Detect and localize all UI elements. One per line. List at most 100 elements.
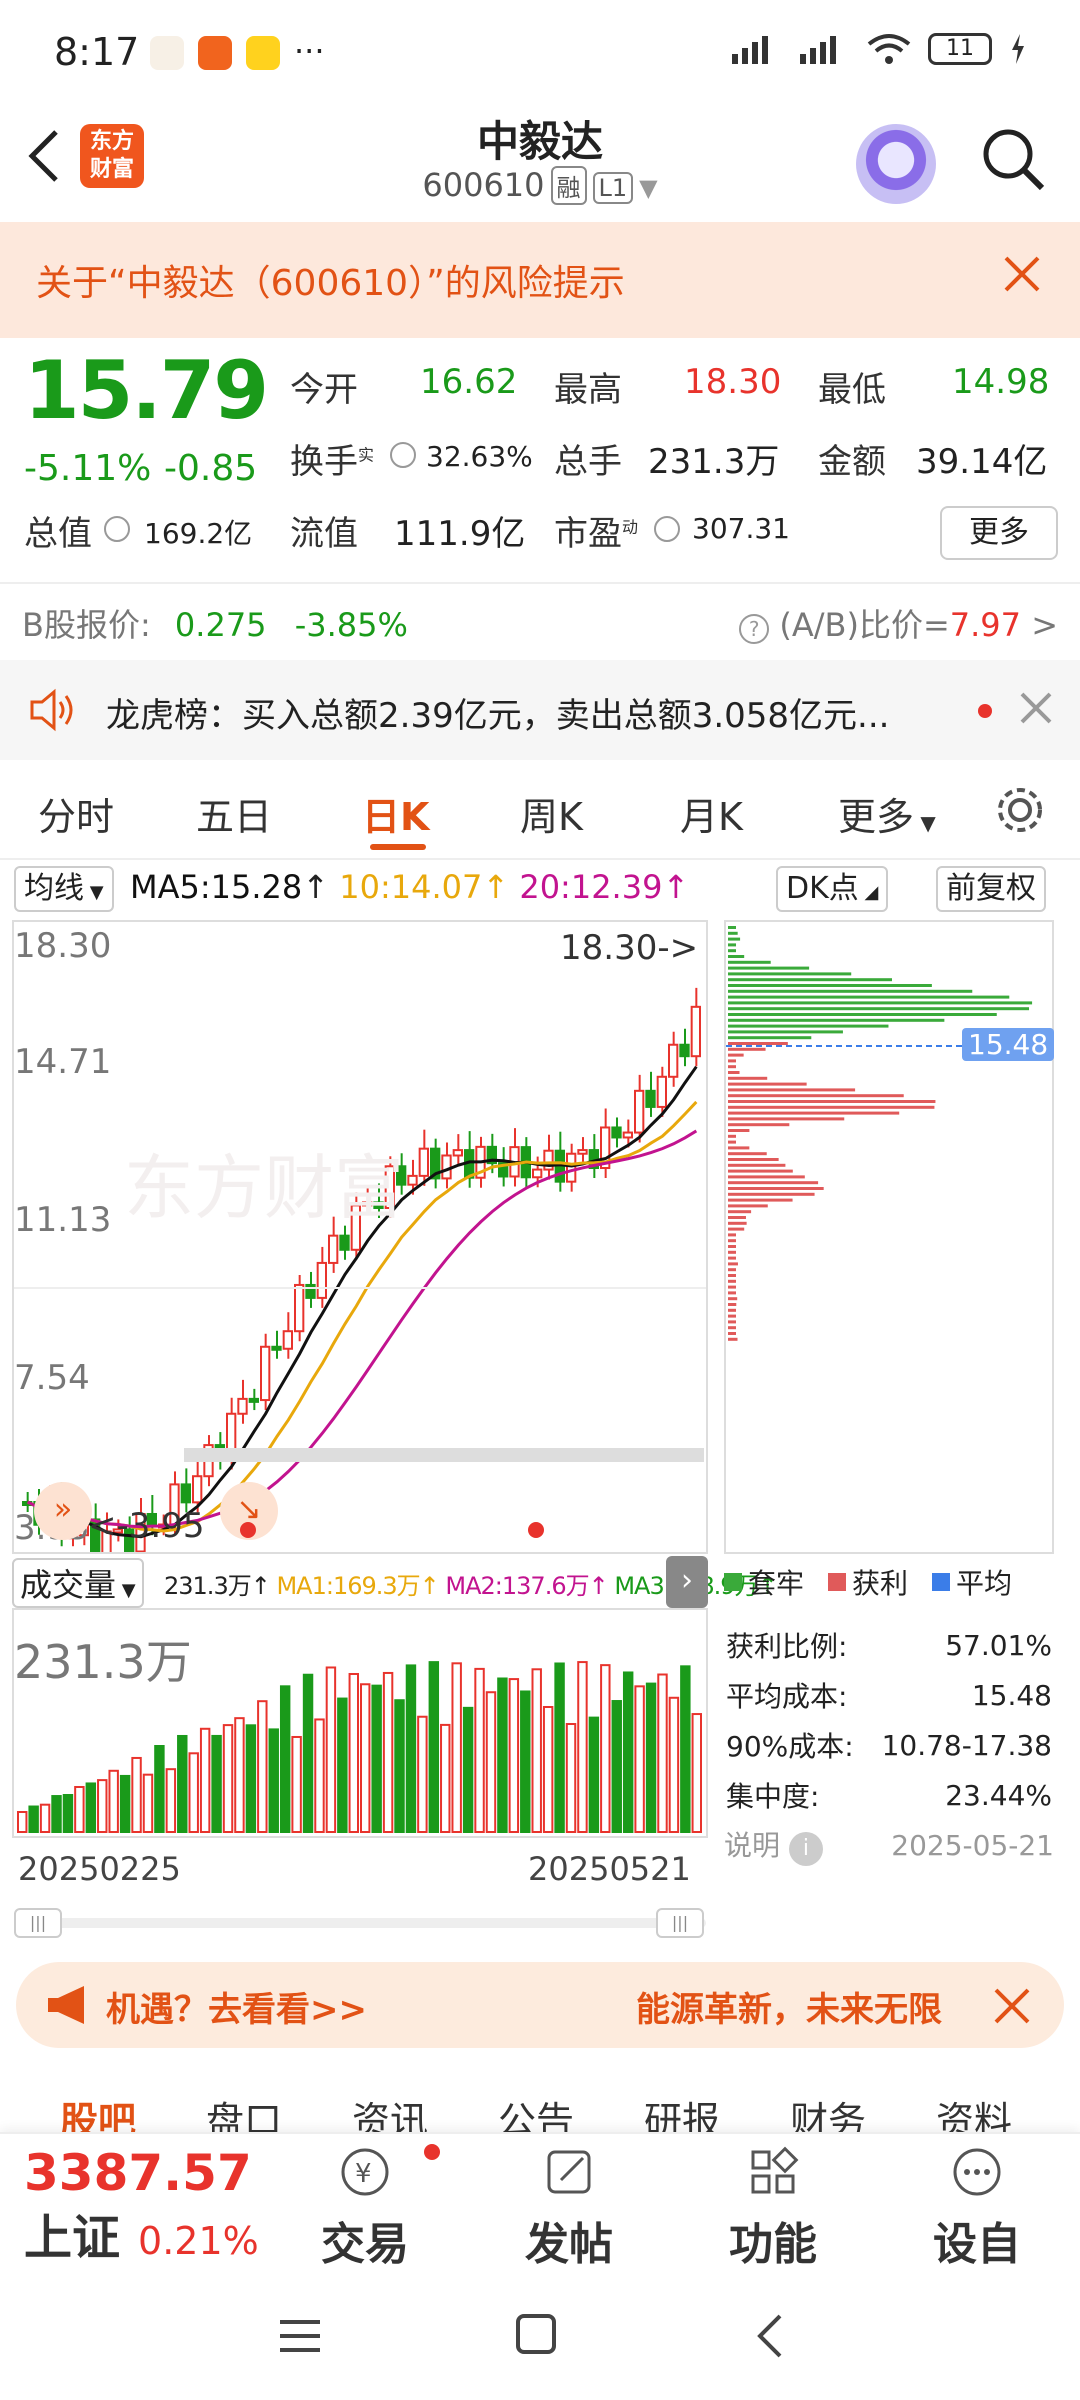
candle-body (282, 1330, 293, 1350)
y-axis-label: 11.13 (14, 1200, 112, 1240)
close-icon[interactable] (998, 250, 1046, 298)
tab-news[interactable]: 资讯 (352, 2090, 428, 2138)
chip-bar (728, 1285, 736, 1289)
volume-bar (314, 1718, 325, 1833)
battery-icon: 11 (928, 33, 992, 65)
slider-handle-left[interactable]: ||| (14, 1908, 62, 1938)
high-label: 最高 (554, 370, 622, 410)
expand-icon[interactable]: » (34, 1482, 92, 1540)
settings-gear-icon[interactable] (994, 784, 1046, 836)
volume-bar (177, 1734, 188, 1833)
tab-pankou[interactable]: 盘口 (206, 2090, 282, 2138)
more-dots-icon: ··· (294, 32, 325, 70)
tab-five-day[interactable]: 五日 (196, 786, 272, 841)
tab-weekly-k[interactable]: 周K (520, 786, 583, 841)
volume-bar (188, 1752, 199, 1833)
candle-body (532, 1168, 543, 1179)
tab-monthly-k[interactable]: 月K (680, 786, 743, 841)
volume-bar (680, 1665, 691, 1833)
candle-body (260, 1345, 271, 1402)
chip-bar (728, 1053, 744, 1057)
signal-icon (732, 36, 768, 64)
badge-dot (424, 2144, 440, 2160)
tab-more[interactable]: 更多 ▼ (838, 786, 936, 841)
adjust-button[interactable]: 前复权 (936, 866, 1046, 912)
promo-banner[interactable]: 机遇？去看看>> 能源革新，未来无限 (16, 1962, 1064, 2048)
change-amount: -0.85 (164, 448, 258, 489)
volume-bar (119, 1774, 131, 1834)
search-icon[interactable] (980, 126, 1046, 192)
chip-bar (728, 1308, 736, 1312)
info-icon[interactable] (390, 442, 416, 468)
back-nav-icon[interactable] (752, 2312, 788, 2360)
chip-stat-row: 获利比例: 57.01% (726, 1628, 1052, 1664)
dragon-tiger-banner[interactable]: 龙虎榜：买入总额2.39亿元，卖出总额3.058亿元... (0, 660, 1080, 760)
volume-bar (279, 1685, 291, 1833)
indicator-select[interactable]: 均线 ▼ (14, 866, 114, 912)
function-button[interactable]: 功能 (708, 2144, 838, 2272)
chip-bar (728, 1134, 736, 1138)
range-slider[interactable]: ||| ||| (14, 1908, 706, 1938)
volume-bar (28, 1805, 39, 1833)
amount-value: 39.14亿 (916, 442, 1048, 482)
dk-point-button[interactable]: DK点 ◢ (776, 866, 889, 912)
volume-bar (199, 1727, 211, 1833)
post-button[interactable]: 发帖 (504, 2144, 634, 2272)
candle-body (248, 1397, 260, 1403)
slider-handle-right[interactable]: ||| (656, 1908, 704, 1938)
grid-icon (751, 2146, 799, 2194)
volume-chart[interactable]: 231.3万 (12, 1608, 708, 1838)
chip-distribution[interactable]: 15.48 (724, 920, 1055, 1554)
volume-bar (39, 1803, 51, 1834)
candle-body (316, 1261, 327, 1299)
chip-bar (728, 1065, 736, 1069)
volume-bar (542, 1706, 554, 1833)
trade-button[interactable]: ¥ 交易 (300, 2144, 440, 2272)
chip-bar (728, 955, 745, 958)
home-icon[interactable] (514, 2312, 558, 2356)
tab-profile[interactable]: 资料 (936, 2090, 1012, 2138)
risk-banner[interactable]: 关于“中毅达（600610）”的风险提示 (0, 222, 1080, 338)
info-icon[interactable] (654, 516, 680, 542)
candle-body (418, 1147, 429, 1177)
candle-body (339, 1234, 350, 1251)
high-value: 18.30 (684, 362, 782, 402)
ab-ratio[interactable]: ? (A/B)比价=7.97 > (739, 600, 1058, 646)
chip-bar (728, 1297, 738, 1301)
tab-intraday[interactable]: 分时 (38, 786, 114, 841)
chip-bar (728, 1013, 997, 1016)
close-icon[interactable] (1018, 690, 1054, 726)
volume-bar (85, 1782, 97, 1834)
more-button[interactable]: 更多 (940, 506, 1058, 560)
close-icon[interactable] (992, 1986, 1032, 2026)
chip-bar (728, 1071, 740, 1074)
level-tag: L1 (592, 172, 634, 204)
chip-bar (728, 978, 892, 982)
tab-daily-k[interactable]: 日K (362, 786, 429, 841)
volume-bar (257, 1700, 268, 1834)
index-ticker[interactable]: 3387.57 上证 0.21% (24, 2144, 259, 2268)
tab-finance[interactable]: 财务 (790, 2090, 866, 2138)
note-link[interactable]: 说明 i (724, 1824, 823, 1866)
chevron-right-icon[interactable]: › (666, 1556, 708, 1608)
kline-chart[interactable]: 东方财富 18.30 14.71 11.13 7.54 3.95 18.30->… (12, 920, 708, 1565)
b-share-row[interactable]: B股报价: 0.275 -3.85% ? (A/B)比价=7.97 > (0, 582, 1080, 658)
menu-icon[interactable] (276, 2316, 324, 2356)
volume-bar (531, 1668, 542, 1833)
tab-research[interactable]: 研报 (644, 2090, 720, 2138)
volume-bar (691, 1713, 702, 1833)
tab-announcements[interactable]: 公告 (498, 2090, 574, 2138)
charging-icon (1012, 34, 1024, 64)
volume-select[interactable]: 成交量 ▼ (12, 1558, 144, 1608)
chip-bar (728, 1140, 736, 1144)
signal-dot (528, 1522, 544, 1538)
info-icon[interactable] (104, 516, 130, 542)
tab-guba[interactable]: 股吧 (60, 2090, 136, 2138)
app-icon (150, 36, 184, 70)
candle-body (690, 1005, 702, 1058)
robot-avatar-icon[interactable] (856, 124, 936, 204)
status-right: 11 (730, 32, 1028, 66)
promo-text-right: 能源革新，未来无限 (636, 1990, 942, 2030)
volume-bar (337, 1697, 348, 1833)
wifi-icon (867, 34, 911, 64)
